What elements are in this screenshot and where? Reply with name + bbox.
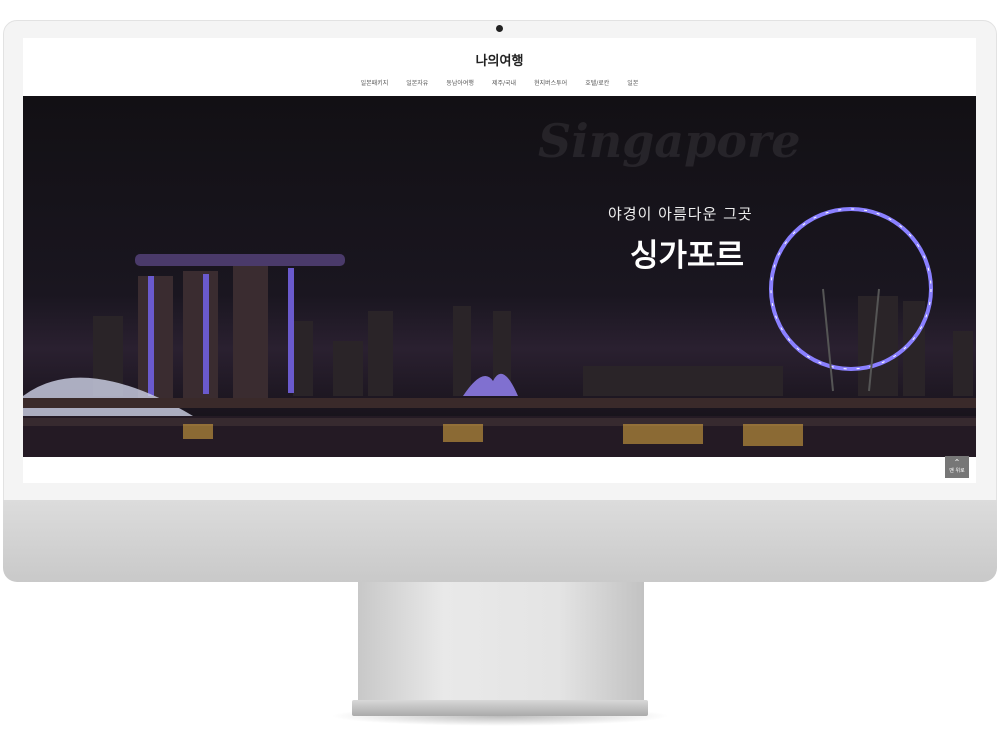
nav-item[interactable]: 현지버스투어 bbox=[534, 78, 567, 87]
hero-banner: Singapore 야경이 아름다운 그곳 싱가포르 bbox=[23, 96, 976, 457]
scroll-top-button[interactable]: ⌃ 맨 위로 bbox=[945, 456, 969, 478]
scroll-top-label: 맨 위로 bbox=[949, 468, 965, 474]
nav-item[interactable]: 제주/국내 bbox=[492, 78, 516, 87]
skyline-image bbox=[23, 207, 976, 457]
nav-item[interactable]: 일본자유 bbox=[406, 78, 428, 87]
chevron-up-icon: ⌃ bbox=[953, 458, 961, 467]
nav-item[interactable]: 호텔/료칸 bbox=[585, 78, 609, 87]
monitor-foot bbox=[352, 700, 648, 716]
site-logo[interactable]: 나의여행 bbox=[23, 50, 976, 69]
camera bbox=[496, 25, 503, 32]
nav-item[interactable]: 동남아여행 bbox=[446, 78, 474, 87]
nav-item[interactable]: 일본패키지 bbox=[361, 78, 389, 87]
hero-script-text: Singapore bbox=[538, 114, 801, 168]
nav-item[interactable]: 일본 bbox=[627, 78, 638, 87]
main-nav: 일본패키지 일본자유 동남아여행 제주/국내 현지버스투어 호텔/료칸 일본 bbox=[23, 78, 976, 87]
monitor-stand bbox=[358, 582, 644, 702]
hero-subtitle: 야경이 아름다운 그곳 bbox=[608, 205, 753, 223]
monitor-chin bbox=[3, 500, 997, 582]
screen: 나의여행 일본패키지 일본자유 동남아여행 제주/국내 현지버스투어 호텔/료칸… bbox=[23, 38, 976, 483]
hero-title: 싱가포르 bbox=[630, 238, 745, 274]
